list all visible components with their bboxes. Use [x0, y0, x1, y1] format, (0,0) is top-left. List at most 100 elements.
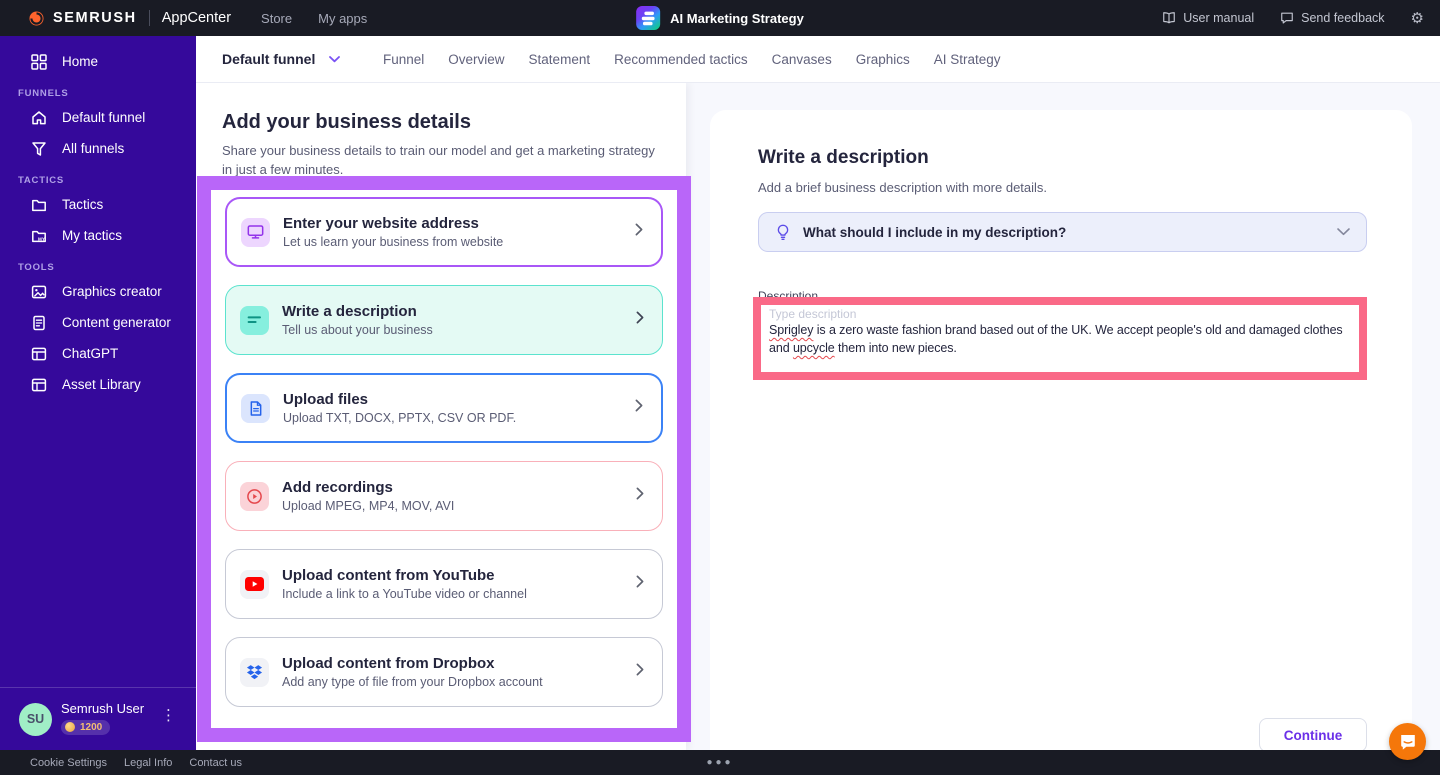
footer-legal-info[interactable]: Legal Info — [124, 757, 172, 769]
footer-links: Cookie Settings Legal Info Contact us — [30, 757, 242, 769]
funnel-selector-dropdown[interactable]: Default funnel — [222, 51, 340, 67]
brand-divider — [149, 10, 150, 26]
window-icon — [31, 346, 47, 362]
user-meta: Semrush User 1200 — [61, 701, 144, 738]
misspelled-word: upcycle — [793, 341, 835, 355]
sidebar-item-graphics-creator[interactable]: Graphics creator — [0, 276, 196, 307]
send-feedback-label: Send feedback — [1301, 11, 1384, 25]
tab-statement[interactable]: Statement — [529, 52, 591, 67]
sidebar-item-tactics[interactable]: Tactics — [0, 189, 196, 220]
sidebar-item-all-funnels[interactable]: All funnels — [0, 133, 196, 164]
chevron-down-icon — [1337, 223, 1350, 241]
chevron-right-icon — [636, 487, 644, 505]
option-upload-dropbox[interactable]: Upload content from Dropbox Add any type… — [225, 637, 663, 707]
hint-label: What should I include in my description? — [803, 225, 1066, 240]
chat-widget-button[interactable] — [1389, 723, 1426, 760]
settings-gear-icon[interactable]: ⚙ — [1411, 11, 1424, 26]
app-logo-icon — [636, 6, 660, 30]
send-feedback-button[interactable]: Send feedback — [1280, 11, 1384, 25]
option-subtitle: Tell us about your business — [282, 323, 433, 337]
play-circle-icon — [240, 482, 269, 511]
option-text: Upload content from Dropbox Add any type… — [282, 655, 543, 690]
user-manual-button[interactable]: User manual — [1162, 11, 1254, 25]
option-upload-youtube[interactable]: Upload content from YouTube Include a li… — [225, 549, 663, 619]
feedback-bubble-icon — [1280, 11, 1294, 25]
sidebar-section-funnels: FUNNELS — [0, 88, 196, 99]
semrush-logo[interactable]: SEMRUSH AppCenter — [28, 10, 231, 27]
tab-recommended-tactics[interactable]: Recommended tactics — [614, 52, 748, 67]
lightbulb-icon — [775, 224, 791, 241]
credits-badge: 1200 — [61, 720, 110, 735]
text-lines-icon — [240, 306, 269, 335]
description-value: Sprigley is a zero waste fashion brand b… — [769, 321, 1351, 357]
chevron-right-icon — [636, 663, 644, 681]
home-icon — [31, 110, 47, 126]
tab-canvases[interactable]: Canvases — [772, 52, 832, 67]
option-add-recordings[interactable]: Add recordings Upload MPEG, MP4, MOV, AV… — [225, 461, 663, 531]
description-hint-accordion[interactable]: What should I include in my description? — [758, 212, 1367, 252]
top-nav: Store My apps — [261, 11, 367, 26]
option-write-description[interactable]: Write a description Tell us about your b… — [225, 285, 663, 355]
option-enter-website[interactable]: Enter your website address Let us learn … — [225, 197, 663, 267]
user-manual-label: User manual — [1183, 11, 1254, 25]
sidebar-section-tactics: TACTICS — [0, 175, 196, 186]
nav-store[interactable]: Store — [261, 11, 292, 26]
app-title: AI Marketing Strategy — [670, 11, 804, 26]
svg-text:MY: MY — [38, 236, 45, 241]
option-text: Upload content from YouTube Include a li… — [282, 567, 527, 602]
sidebar-item-home[interactable]: Home — [0, 46, 196, 77]
book-icon — [1162, 11, 1176, 25]
option-subtitle: Let us learn your business from website — [283, 235, 503, 249]
sidebar-home-label: Home — [62, 54, 98, 69]
sidebar-item-default-funnel[interactable]: Default funnel — [0, 102, 196, 133]
chat-icon — [1399, 733, 1417, 751]
sidebar: Home FUNNELS Default funnel All funnels … — [0, 36, 196, 750]
highlight-frame-options: Enter your website address Let us learn … — [197, 176, 691, 742]
footer-grip-handle[interactable]: ●●● — [706, 757, 733, 768]
options-list: Enter your website address Let us learn … — [211, 190, 677, 728]
option-title: Add recordings — [282, 479, 454, 498]
footer-contact-us[interactable]: Contact us — [189, 757, 242, 769]
avatar: SU — [19, 703, 52, 736]
sidebar-label: My tactics — [62, 228, 122, 243]
option-subtitle: Upload TXT, DOCX, PPTX, CSV OR PDF. — [283, 411, 516, 425]
monitor-icon — [241, 218, 270, 247]
highlight-frame-description: Type description Sprigley is a zero wast… — [753, 297, 1367, 380]
sidebar-item-asset-library[interactable]: Asset Library — [0, 369, 196, 400]
grid-icon — [31, 54, 47, 70]
sidebar-label: Graphics creator — [62, 284, 162, 299]
option-title: Write a description — [282, 303, 433, 322]
dropbox-icon — [240, 658, 269, 687]
file-icon — [241, 394, 270, 423]
user-menu-button[interactable]: ⋮ — [161, 706, 176, 724]
tab-ai-strategy[interactable]: AI Strategy — [934, 52, 1001, 67]
tab-overview[interactable]: Overview — [448, 52, 504, 67]
description-text: them into new pieces. — [835, 341, 957, 355]
tab-funnel[interactable]: Funnel — [383, 52, 424, 67]
description-textarea[interactable]: Type description Sprigley is a zero wast… — [761, 305, 1359, 372]
option-text: Enter your website address Let us learn … — [283, 215, 503, 250]
option-title: Enter your website address — [283, 215, 503, 234]
panel-title: Write a description — [758, 147, 1364, 169]
sidebar-label: All funnels — [62, 141, 124, 156]
sidebar-item-my-tactics[interactable]: MY My tactics — [0, 220, 196, 251]
continue-button[interactable]: Continue — [1259, 718, 1367, 752]
sidebar-item-chatgpt[interactable]: ChatGPT — [0, 338, 196, 369]
sidebar-label: Asset Library — [62, 377, 141, 392]
funnel-selector-label: Default funnel — [222, 51, 315, 67]
footer-cookie-settings[interactable]: Cookie Settings — [30, 757, 107, 769]
chevron-right-icon — [636, 575, 644, 593]
option-title: Upload content from Dropbox — [282, 655, 543, 674]
image-icon — [31, 284, 47, 300]
option-upload-files[interactable]: Upload files Upload TXT, DOCX, PPTX, CSV… — [225, 373, 663, 443]
sidebar-item-content-generator[interactable]: Content generator — [0, 307, 196, 338]
nav-my-apps[interactable]: My apps — [318, 11, 367, 26]
semrush-flame-icon — [28, 10, 45, 27]
option-subtitle: Include a link to a YouTube video or cha… — [282, 587, 527, 601]
tab-graphics[interactable]: Graphics — [856, 52, 910, 67]
option-title: Upload files — [283, 391, 516, 410]
user-name: Semrush User — [61, 701, 144, 716]
app-root: SEMRUSH AppCenter Store My apps AI Marke… — [0, 0, 1440, 775]
misspelled-word: Sprigley — [769, 323, 813, 337]
chevron-right-icon — [635, 223, 643, 241]
